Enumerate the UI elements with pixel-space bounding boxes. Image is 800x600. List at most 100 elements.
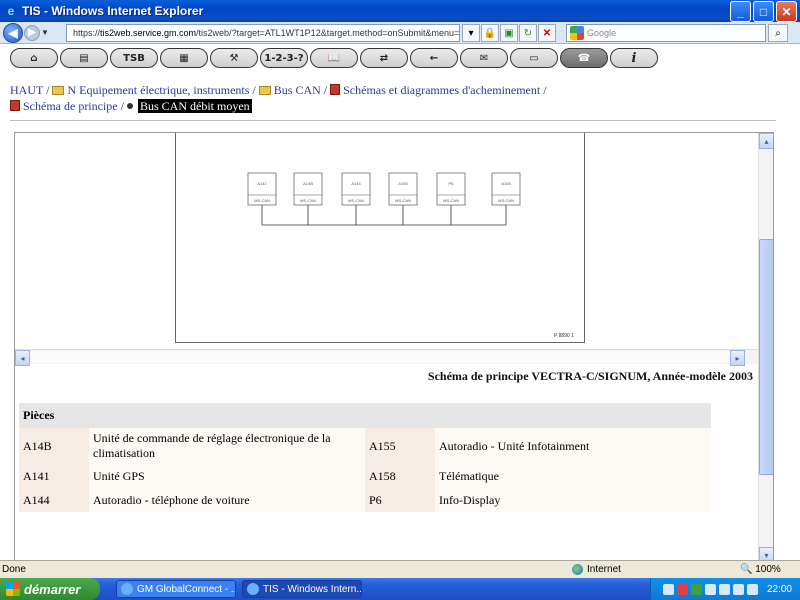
catalog-button[interactable]: ▤: [60, 48, 108, 68]
taskbar: démarrer GM GlobalConnect - ... TIS - Wi…: [0, 578, 800, 600]
steps-button[interactable]: 1-2-3-?: [260, 48, 308, 68]
back-button[interactable]: ◀: [3, 22, 23, 43]
diagram-node-bus-label: MS-CAN: [443, 198, 459, 203]
breadcrumb-link-schema-principe[interactable]: Schéma de principe: [23, 99, 118, 113]
lock-icon[interactable]: 🔒: [481, 24, 499, 42]
window-title: TIS - Windows Internet Explorer: [22, 4, 204, 18]
close-button[interactable]: ✕: [776, 1, 797, 22]
scroll-left-icon[interactable]: ◂: [15, 350, 30, 366]
info-button[interactable]: i: [610, 48, 658, 68]
diagram-node-bus-label: MS-CAN: [254, 198, 270, 203]
title-bar: e TIS - Windows Internet Explorer _ □ ✕: [0, 0, 800, 22]
part-code: A158: [365, 464, 435, 488]
figure-id: P 8890 1: [554, 333, 574, 339]
part-code: P6: [365, 488, 435, 512]
history-dropdown-icon[interactable]: ▼: [40, 28, 50, 37]
part-description: Info-Display: [435, 488, 711, 512]
diagram-node-label: A144: [351, 181, 361, 186]
tray-acrobat-icon[interactable]: [676, 583, 688, 595]
horizontal-scroll-track[interactable]: [31, 351, 739, 363]
breadcrumb-separator: /: [120, 99, 124, 113]
tray-wireless-icon[interactable]: [732, 583, 744, 595]
tools-icon: ⚒: [229, 52, 239, 64]
table-row: A14B Unité de commande de réglage électr…: [19, 428, 711, 464]
scroll-up-icon[interactable]: ▴: [759, 133, 773, 149]
start-label: démarrer: [24, 581, 81, 597]
catalog-icon: ▤: [79, 52, 89, 64]
tsb-button[interactable]: TSB: [110, 48, 158, 68]
breadcrumb-current: Bus CAN débit moyen: [137, 99, 252, 113]
google-icon: [570, 26, 584, 40]
book-button[interactable]: 📖: [310, 48, 358, 68]
document-icon: [330, 84, 341, 95]
url-path: /tis2web/?target=ATL1WT1P12&target.metho…: [196, 28, 460, 38]
breadcrumb-separator: /: [323, 83, 328, 97]
forward-button[interactable]: ▶: [24, 24, 40, 41]
breadcrumb-link-bus-can[interactable]: Bus CAN: [274, 83, 321, 97]
mail-button[interactable]: ✉: [460, 48, 508, 68]
back-page-button[interactable]: ←: [410, 48, 458, 68]
status-bar: Done Internet 🔍 100%: [0, 560, 800, 578]
document-frame: A141 MS-CAN A14B MS-CAN A144 MS-CAN A155 MS-CAN…: [14, 132, 774, 564]
search-icon[interactable]: ⌕: [768, 24, 788, 42]
taskbar-item-tis[interactable]: TIS - Windows Intern...: [242, 580, 362, 598]
search-placeholder: Google: [587, 28, 617, 38]
url-host: tis2web.service.gm.com: [100, 28, 197, 38]
print-button[interactable]: ▭: [510, 48, 558, 68]
tray-security-icon[interactable]: [690, 583, 702, 595]
window-controls: _ □ ✕: [730, 1, 797, 22]
part-description: Unité GPS: [89, 464, 365, 488]
mail-icon: ✉: [479, 52, 489, 64]
part-code: A155: [365, 428, 435, 464]
refresh-icon[interactable]: ↻: [519, 24, 537, 42]
bullet-icon: [126, 103, 133, 109]
start-button[interactable]: démarrer: [0, 578, 100, 600]
compat-icon[interactable]: ▣: [500, 24, 518, 42]
zone-label: Internet: [587, 564, 621, 575]
tray-volume-icon[interactable]: [718, 583, 730, 595]
zoom-level[interactable]: 🔍 100%: [740, 564, 781, 575]
tech2-button[interactable]: ☎: [560, 48, 608, 68]
url-dropdown-icon[interactable]: ▾: [462, 24, 480, 42]
diagram-node-label: A141: [257, 181, 267, 186]
diagram-node-bus-label: MS-CAN: [300, 198, 316, 203]
windows-logo-icon: [6, 582, 20, 596]
transfer-button[interactable]: ⇄: [360, 48, 408, 68]
scroll-right-icon[interactable]: ▸: [730, 350, 745, 366]
breadcrumb-separator: /: [252, 83, 256, 97]
table-row: A144 Autoradio - téléphone de voiture P6…: [19, 488, 711, 512]
diagram-node-label: P6: [449, 181, 455, 186]
manual-button[interactable]: ▦: [160, 48, 208, 68]
steps-icon: 1-2-3-?: [264, 52, 304, 64]
diagram-node-label: A158: [501, 181, 511, 186]
transfer-icon: ⇄: [379, 52, 389, 64]
diagram-caption: Schéma de principe VECTRA-C/SIGNUM, Anné…: [427, 369, 753, 383]
horizontal-scrollbar[interactable]: ◂ ▸: [15, 349, 760, 366]
manual-icon: ▦: [179, 52, 189, 64]
vertical-scrollbar[interactable]: ▴ ▾: [758, 133, 773, 563]
tray-network-icon[interactable]: [704, 583, 716, 595]
task-label: TIS - Windows Intern...: [263, 583, 362, 595]
taskbar-item-globalconnect[interactable]: GM GlobalConnect - ...: [116, 580, 236, 598]
maximize-button[interactable]: □: [753, 1, 774, 22]
parts-header: Pièces: [19, 403, 711, 428]
tools-button[interactable]: ⚒: [210, 48, 258, 68]
ie-icon: [247, 583, 259, 595]
table-row: A141 Unité GPS A158 Télématique: [19, 464, 711, 488]
vertical-scroll-thumb[interactable]: [759, 239, 773, 475]
diagram-node-label: A14B: [303, 181, 313, 186]
tray-battery-icon[interactable]: [746, 583, 758, 595]
home-button[interactable]: ⌂: [10, 48, 58, 68]
part-description: Autoradio - Unité Infotainment: [435, 428, 711, 464]
breadcrumb-link-electrical[interactable]: N Equipement électrique, instruments: [67, 83, 249, 97]
url-field[interactable]: https://tis2web.service.gm.com/tis2web/?…: [66, 24, 460, 42]
search-field[interactable]: Google: [566, 24, 766, 42]
breadcrumb-link-schemas[interactable]: Schémas et diagrammes d'acheminement: [343, 83, 540, 97]
status-text: Done: [2, 564, 26, 575]
minimize-button[interactable]: _: [730, 1, 751, 22]
tray-help-icon[interactable]: [662, 583, 674, 595]
stop-icon[interactable]: ✕: [538, 24, 556, 42]
printer-icon: ▭: [529, 52, 539, 64]
breadcrumb-link-top[interactable]: HAUT: [10, 83, 43, 97]
security-zone: Internet: [572, 564, 621, 575]
